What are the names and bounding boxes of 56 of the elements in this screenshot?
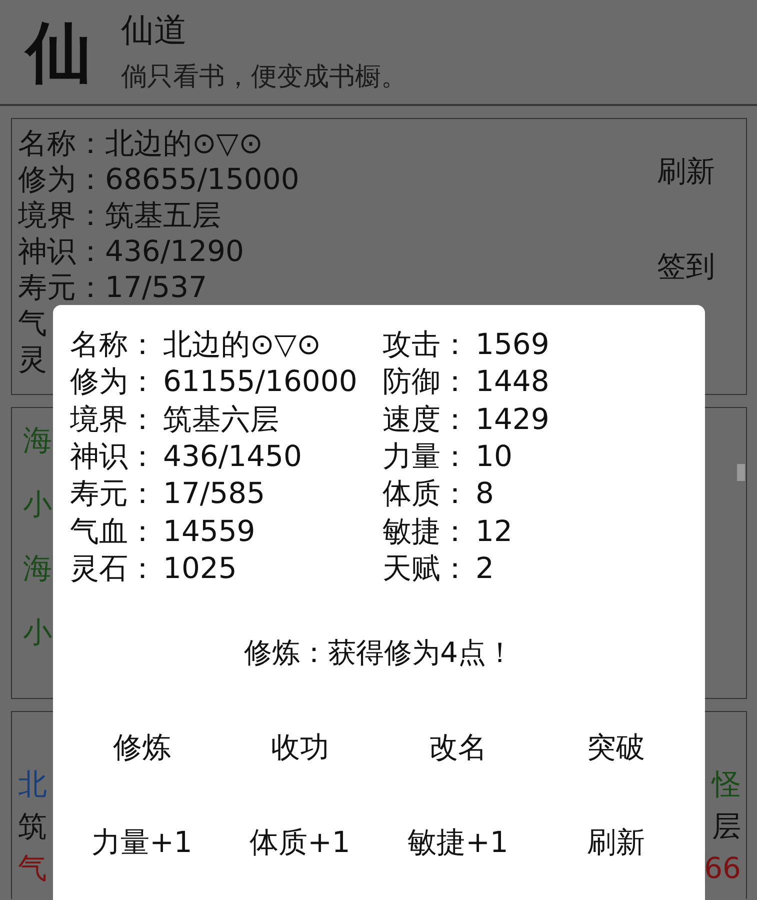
app-logo: 仙 [26,19,92,85]
action-button[interactable]: 收功 [257,714,343,779]
entry-text: 怪 [712,766,741,802]
app-title: 仙道 [121,10,187,50]
stat-label: 修为： [70,363,157,400]
app-subtitle: 倘只看书，便变成书橱。 [121,61,407,94]
entry-text: 层 [712,808,741,844]
stat-label: 境界： [70,400,157,438]
profile-line: 灵 [18,341,47,377]
stat-value: 17/585 [163,475,266,512]
stat-value: 2 [476,550,494,587]
action-button[interactable]: 签到 [657,248,715,284]
stat-value: 8 [476,475,494,512]
stat-value: 1448 [476,363,550,400]
profile-line: 神识：436/1290 [18,233,244,269]
action-button[interactable]: 体质+1 [236,810,364,874]
stat-label: 体质： [382,475,470,512]
stat-value: 61155/16000 [163,363,358,400]
stat-label: 防御： [382,363,470,400]
stat-value: 筑基六层 [163,400,279,438]
stat-label: 寿元： [70,475,157,512]
stat-value: 12 [476,512,512,550]
stat-label: 神识： [70,438,157,475]
profile-line: 寿元：17/537 [18,269,208,305]
action-button[interactable]: 力量+1 [78,810,206,874]
action-button[interactable]: 修炼 [99,714,185,779]
stat-label: 灵石： [70,550,157,587]
action-button[interactable]: 刷新 [573,810,659,874]
action-button[interactable]: 刷新 [657,153,715,189]
entry-text: 北 [18,766,47,802]
stat-label: 速度： [382,400,470,438]
stat-label: 天赋： [382,550,470,587]
stat-label: 敏捷： [382,512,470,550]
stat-label: 力量： [382,438,470,475]
entry-text: 气 [18,850,47,886]
action-button[interactable]: 突破 [573,714,659,779]
stat-value: 436/1450 [163,438,302,475]
stat-label: 名称： [70,326,157,363]
stat-label: 攻击： [382,326,470,363]
stat-value: 10 [476,438,512,475]
profile-line: 气 [18,305,47,341]
stat-value: 1429 [476,400,550,438]
profile-line: 境界：筑基五层 [18,197,221,233]
entry-text: 筑 [18,808,47,844]
stat-value: 北边的⊙▽⊙ [163,326,321,363]
scrollbar-thumb[interactable] [737,464,745,481]
stat-value: 1569 [476,326,550,363]
stat-label: 气血： [70,512,157,550]
action-button[interactable]: 敏捷+1 [394,810,522,874]
profile-line: 修为：68655/15000 [18,161,300,197]
action-button[interactable]: 改名 [415,714,501,779]
stat-value: 1025 [163,550,237,587]
status-message: 修炼：获得修为4点！ [244,635,514,672]
profile-line: 名称：北边的⊙▽⊙ [18,125,263,161]
entry-text: 66 [704,850,741,886]
stat-value: 14559 [163,512,256,550]
